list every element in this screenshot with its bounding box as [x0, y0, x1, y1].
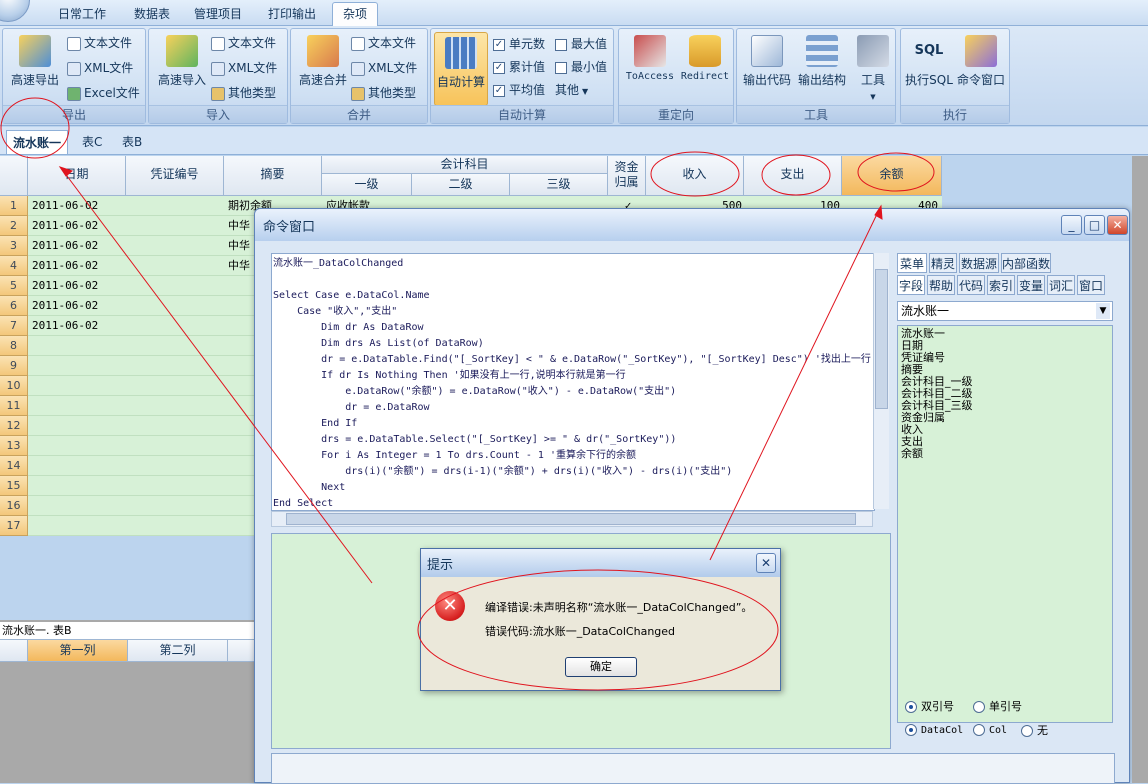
annotation-ellipse-dialog — [417, 569, 779, 691]
annotation-arrow-right — [709, 211, 879, 561]
annotation-ellipse-expense — [761, 154, 831, 196]
annotation-ellipse-export — [0, 97, 70, 159]
annotation-ellipse-balance — [857, 152, 935, 192]
annotation-arrow-left — [63, 171, 373, 584]
annotation-arrowhead-left — [58, 166, 74, 177]
annotation-ellipse-income — [650, 151, 740, 197]
annotation-overlay — [0, 97, 935, 691]
